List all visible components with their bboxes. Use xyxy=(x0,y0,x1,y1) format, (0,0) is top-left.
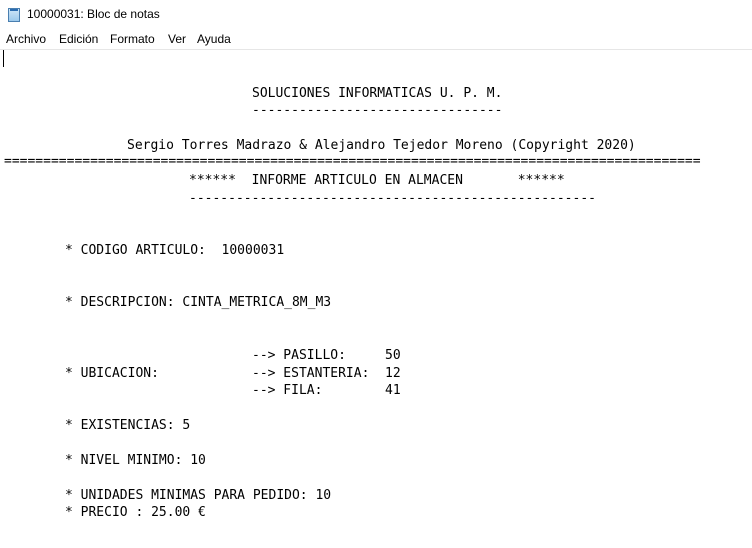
notepad-icon xyxy=(8,8,20,22)
menu-archivo[interactable]: Archivo xyxy=(6,32,46,46)
precio: * PRECIO : 25.00 € xyxy=(65,505,206,520)
company-name: SOLUCIONES INFORMATICAS U. P. M. xyxy=(252,86,503,101)
menu-formato[interactable]: Formato xyxy=(110,32,155,46)
menu-edicion[interactable]: Edición xyxy=(59,32,98,46)
report-underline: ----------------------------------------… xyxy=(189,191,596,206)
menu-ayuda[interactable]: Ayuda xyxy=(197,32,231,46)
codigo-articulo: * CODIGO ARTICULO: 10000031 xyxy=(65,243,285,258)
menu-divider xyxy=(0,49,752,50)
nivel-minimo: * NIVEL MINIMO: 10 xyxy=(65,453,206,468)
menu-ver[interactable]: Ver xyxy=(168,32,186,46)
unidades-minimas: * UNIDADES MINIMAS PARA PEDIDO: 10 xyxy=(65,488,332,503)
separator-line: ========================================… xyxy=(4,154,701,169)
estanteria-line: --> ESTANTERIA: 12 xyxy=(252,366,401,381)
window-title: 10000031: Bloc de notas xyxy=(27,7,160,21)
existencias: * EXISTENCIAS: 5 xyxy=(65,418,191,433)
descripcion: * DESCRIPCION: CINTA_METRICA_8M_M3 xyxy=(65,295,332,310)
menu-bar: Archivo Edición Formato Ver Ayuda xyxy=(0,30,752,49)
pasillo-line: --> PASILLO: 50 xyxy=(252,348,401,363)
text-caret xyxy=(3,50,4,67)
ubicacion-label: * UBICACION: xyxy=(65,366,159,381)
fila-line: --> FILA: 41 xyxy=(252,383,401,398)
title-bar: 10000031: Bloc de notas xyxy=(0,0,752,30)
report-title: ****** INFORME ARTICULO EN ALMACEN *****… xyxy=(189,173,565,188)
authors-line: Sergio Torres Madrazo & Alejandro Tejedo… xyxy=(127,138,636,153)
company-underline: -------------------------------- xyxy=(252,103,503,118)
